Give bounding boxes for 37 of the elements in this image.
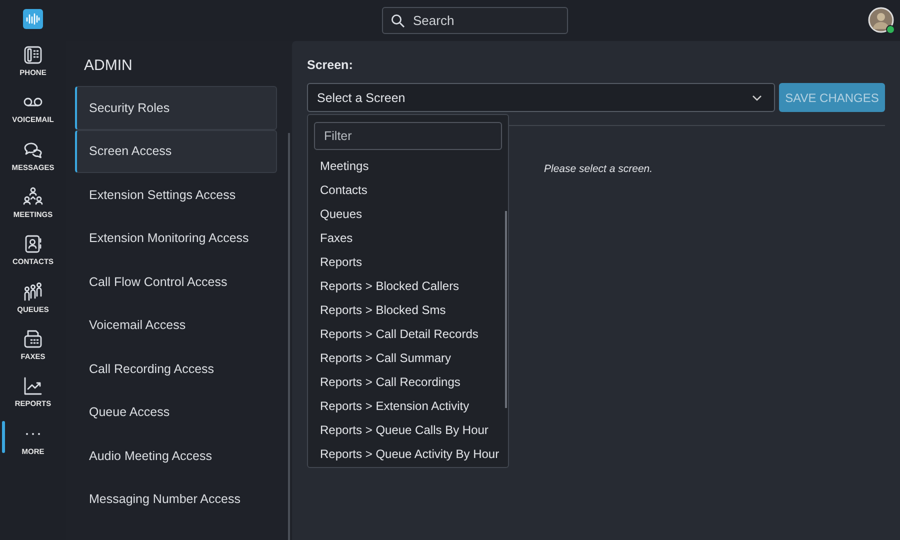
dropdown-option[interactable]: Reports > Queue Activity By Hour: [314, 442, 502, 466]
fax-machine-icon: [22, 328, 44, 350]
menu-item[interactable]: Extension Settings Access: [75, 173, 277, 216]
menu-item[interactable]: Voicemail Access: [75, 304, 277, 347]
dropdown-option[interactable]: Reports > Call Recordings: [314, 370, 502, 394]
menu-item[interactable]: Security Roles: [75, 86, 277, 130]
section-title: ADMIN: [83, 56, 134, 76]
people-group-icon: [22, 280, 44, 303]
menu-item[interactable]: Call Recording Access: [75, 347, 277, 390]
menu-item[interactable]: Queue Access: [75, 390, 277, 434]
search-field[interactable]: Search: [382, 7, 568, 34]
menu-item[interactable]: Screen Access: [75, 130, 277, 173]
menu-item[interactable]: Call Flow Control Access: [75, 260, 277, 304]
menu-item[interactable]: Extension Monitoring Access: [75, 216, 277, 260]
dropdown-option[interactable]: Reports > Extension Activity: [314, 394, 502, 418]
menu-item[interactable]: Messaging Number Access: [75, 478, 277, 521]
dropdown-option[interactable]: Meetings: [314, 154, 502, 178]
caret-icon: [752, 94, 762, 100]
dropdown-option[interactable]: Reports > Call Detail Records: [314, 322, 502, 346]
line-chart-icon: [22, 375, 44, 398]
menu-item[interactable]: Audio Meeting Access: [75, 434, 277, 478]
logo-icon: [23, 9, 43, 29]
dropdown-option[interactable]: Reports: [314, 250, 502, 274]
dropdown-option[interactable]: Reports > Blocked Sms: [314, 298, 502, 322]
field-label: Screen:: [307, 58, 354, 72]
dropdown-option[interactable]: Reports > Queue Calls By Hour: [314, 418, 502, 442]
phone-icon: [22, 44, 44, 66]
dropdown-option[interactable]: Queues: [314, 202, 502, 226]
avatar[interactable]: [868, 7, 894, 33]
dropdown-option[interactable]: Contacts: [314, 178, 502, 202]
status-message: Please select a screen.: [544, 163, 654, 175]
screen-select[interactable]: Select a Screen: [307, 83, 775, 112]
dropdown-option[interactable]: Reports > Call Summary: [314, 346, 502, 370]
more-icon: [26, 432, 40, 435]
dropdown-option[interactable]: Faxes: [314, 226, 502, 250]
dropdown-option[interactable]: Reports > Blocked Callers: [314, 274, 502, 298]
filter-field[interactable]: Filter: [314, 122, 502, 150]
